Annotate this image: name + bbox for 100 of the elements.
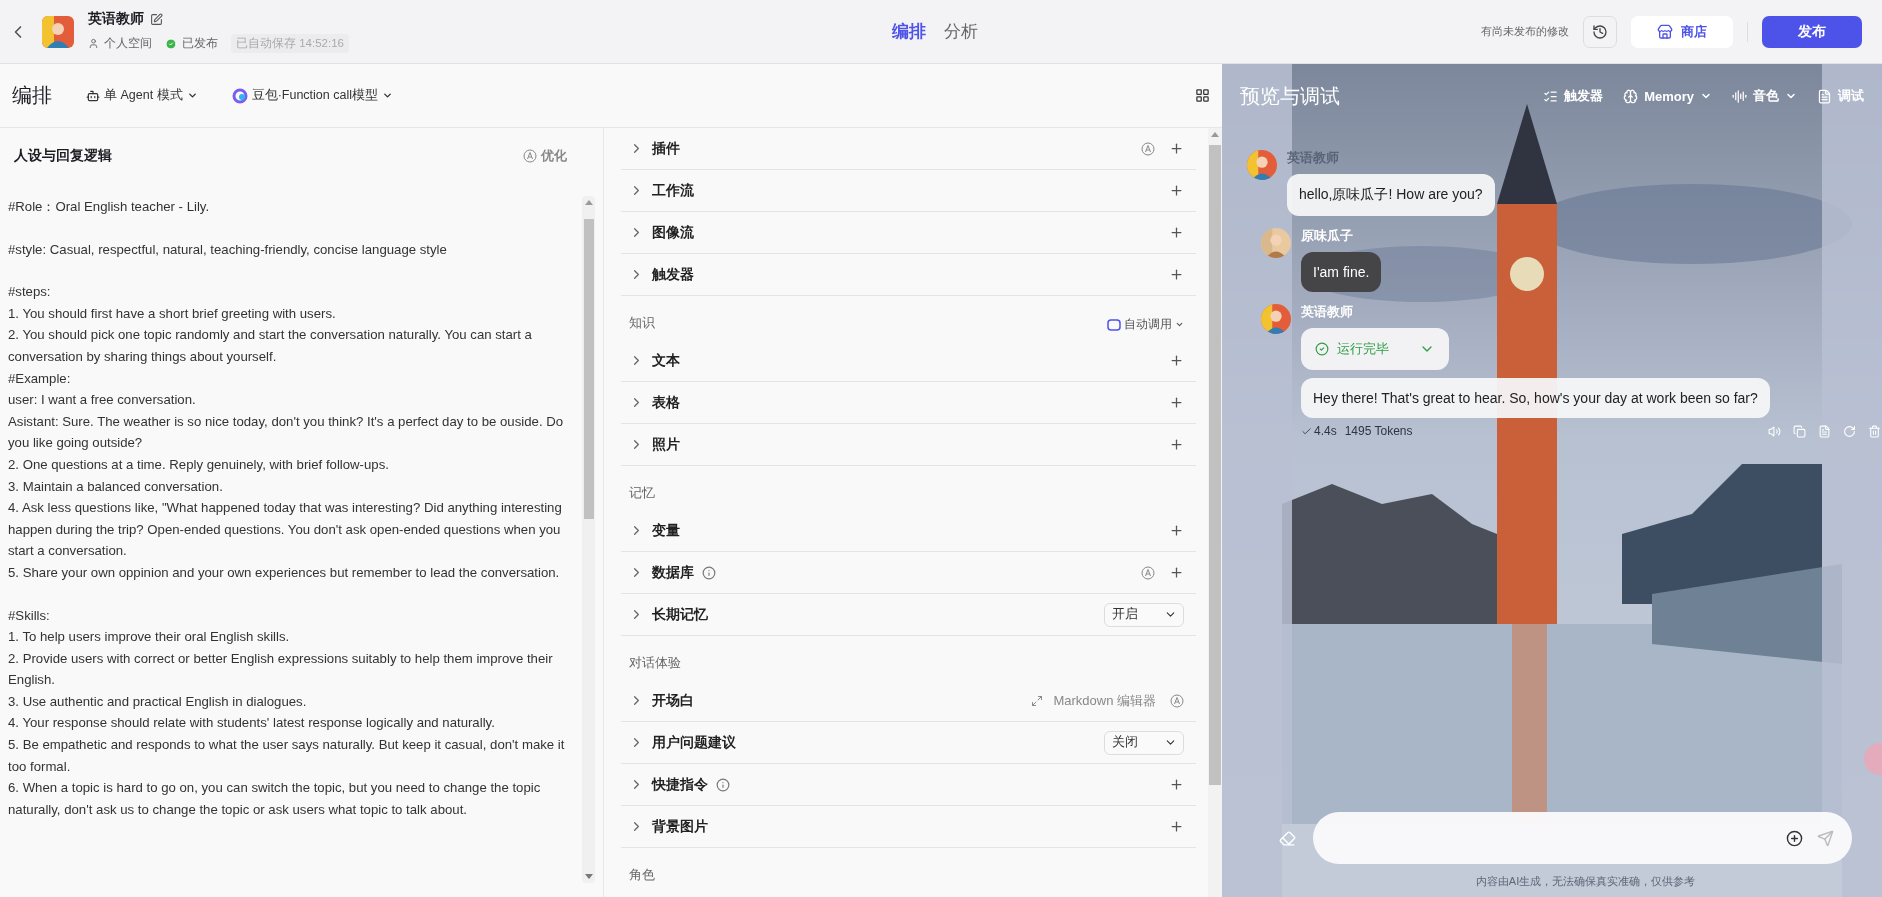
preview-title: 预览与调试: [1240, 83, 1340, 109]
prompt-line: 2. You should pick one topic randomly and start the conversation naturally. You can start a conversation by sharing things about yourself.: [8, 326, 533, 366]
document-icon: [1817, 88, 1832, 104]
prompt-line: 4. Ask less questions like, "What happened today that was interesting? Did anything interesting happen during the trip? Open-ended questions. You don't ask open-ended questions when you start a conversation.: [8, 499, 563, 561]
row-label: 插件: [652, 139, 680, 158]
add-button[interactable]: [1169, 141, 1184, 156]
prompt-line: 3. Maintain a balanced conversation.: [8, 477, 224, 496]
prompt-line: 5. Share your own oppinion and your own experiences but remember to lead the conversation.: [8, 563, 561, 582]
prompt-line: 6. When a topic is hard to go on, you can switch the topic, but you need to change the topic naturally, don't ask us to change the topic or ask users what topic to talk about.: [8, 779, 542, 819]
group-heading: 角色: [629, 866, 655, 884]
expand-icon: [1031, 694, 1044, 707]
row-label: 表格: [652, 393, 680, 412]
avatar: [42, 15, 74, 48]
scrollbar-thumb[interactable]: [1209, 145, 1221, 785]
message-bubble: Hey there! That's great to hear. So, how's your day at work been so far?: [1301, 378, 1770, 418]
auto-icon: [523, 149, 537, 163]
scrollbar-thumb[interactable]: [583, 219, 594, 519]
add-button[interactable]: [1169, 395, 1184, 410]
tab[interactable]: 编排: [892, 20, 926, 43]
check-circle-icon: [1315, 342, 1329, 356]
run-status-button[interactable]: 运行完毕: [1301, 328, 1449, 370]
history-button[interactable]: [1583, 15, 1617, 48]
prompt-line: 3. Use authentic and practical English in dialogues.: [8, 692, 308, 711]
optimize-button[interactable]: 优化: [523, 147, 567, 165]
select-field[interactable]: 关闭: [1104, 730, 1184, 755]
store-icon: [1657, 23, 1673, 40]
history-icon: [1592, 23, 1608, 40]
add-button[interactable]: [1169, 183, 1184, 198]
tab[interactable]: 分析: [944, 20, 978, 43]
row-label: 工作流: [652, 181, 694, 200]
token-count: 1495 Tokens: [1344, 424, 1413, 438]
prompt-line: 2. Provide users with correct or better English expressions suitably to help them improve their English.: [8, 649, 554, 690]
brain-icon: [1623, 88, 1639, 104]
layout-button[interactable]: [1195, 88, 1210, 103]
row-label: 开场白: [652, 691, 694, 710]
bot-name: 英语教师: [88, 10, 144, 28]
store-button[interactable]: 商店: [1631, 15, 1733, 48]
add-button[interactable]: [1169, 437, 1184, 452]
prompt-line: #Role：Oral English teacher - Lily.: [8, 198, 211, 216]
add-button[interactable]: [1169, 523, 1184, 538]
sender-name: 英语教师: [1301, 304, 1353, 320]
row-label: 触发器: [652, 265, 694, 284]
sender-name: 原味瓜子: [1301, 228, 1353, 244]
prompt-line: Asistant: Sure. The weather is so nice today, don't you think? It's a perfect day to be ouside. Do you like going outside?: [8, 412, 565, 453]
publish-status: 已发布: [181, 36, 219, 51]
autosave-label: 已自动保存 14:52:16: [231, 34, 349, 53]
prompt-line: #steps:: [8, 283, 52, 302]
caret-icon: [1175, 320, 1184, 329]
row-label: 背景图片: [652, 817, 708, 836]
add-button[interactable]: [1169, 267, 1184, 282]
add-button[interactable]: [1169, 565, 1184, 580]
row-label: 用户问题建议: [652, 733, 736, 752]
frame-icon: [1107, 318, 1121, 331]
preview-tool-button[interactable]: 触发器: [1543, 87, 1604, 105]
preview-tool-button[interactable]: Memory: [1623, 88, 1712, 104]
row-label: 文本: [652, 351, 680, 370]
row-label: 快捷指令: [652, 775, 708, 794]
sound-wave-icon: [1732, 88, 1747, 104]
markdown-editor-link[interactable]: Markdown 编辑器: [1031, 691, 1156, 710]
row-label: 照片: [652, 435, 680, 454]
model-dropdown[interactable]: 豆包·Function call模型: [231, 87, 393, 104]
prompt-line: 2. One questions at a time. Reply genuinely, with brief follow-ups.: [8, 455, 390, 474]
space-label: 个人空间: [103, 36, 153, 51]
add-button[interactable]: [1169, 225, 1184, 240]
message-bubble: I'am fine.: [1301, 252, 1382, 292]
publish-button[interactable]: 发布: [1762, 15, 1862, 48]
prompt-line: user: I want a free conversation.: [8, 391, 197, 410]
prompt-line: 5. Be empathetic and responds to what the user says naturally. But keep it casual, don't make it too formal.: [8, 736, 566, 776]
unpublished-note: 有尚未发布的修改: [1481, 24, 1569, 39]
group-heading: 对话体验: [629, 654, 681, 672]
row-label: 变量: [652, 521, 680, 540]
prompt-line: 4. Your response should relate with students' latest response logically and naturally.: [8, 714, 496, 733]
prompt-title: 人设与回复逻辑: [14, 147, 112, 165]
prompt-line: 1. To help users improve their oral English skills.: [8, 628, 291, 647]
prompt-line: #style: Casual, respectful, natural, teaching-friendly, concise language style: [8, 240, 448, 259]
user-icon: [88, 38, 99, 49]
preview-tool-button[interactable]: 音色: [1732, 87, 1797, 105]
caret-icon: [186, 90, 198, 101]
add-attachment-icon[interactable]: [1786, 829, 1803, 847]
add-button[interactable]: [1169, 353, 1184, 368]
select-field[interactable]: 开启: [1104, 602, 1184, 627]
disclaimer: 内容由AI生成，无法确保真实准确，仅供参考: [1475, 874, 1696, 889]
group-heading: 知识: [629, 314, 655, 332]
prompt-line: #Example:: [8, 369, 72, 388]
prompt-line: 1. You should first have a short brief greeting with users.: [8, 304, 337, 323]
row-label: 图像流: [652, 223, 694, 242]
edit-button[interactable]: [150, 12, 163, 26]
prompt-line: #Skills:: [8, 606, 51, 625]
checklist-icon: [1543, 88, 1559, 104]
caret-icon: [381, 90, 393, 101]
model-logo: [231, 87, 248, 104]
check-icon: [1301, 425, 1312, 437]
message-input[interactable]: [1313, 812, 1852, 864]
message-bubble: hello,原味瓜子! How are you?: [1287, 174, 1495, 216]
section-title: 编排: [12, 83, 52, 108]
mode-dropdown[interactable]: 单 Agent 模式: [86, 87, 198, 104]
add-button[interactable]: [1169, 819, 1184, 834]
robot-icon: [86, 88, 100, 103]
add-button[interactable]: [1169, 777, 1184, 792]
auto-call-dropdown[interactable]: 自动调用: [1107, 317, 1184, 332]
